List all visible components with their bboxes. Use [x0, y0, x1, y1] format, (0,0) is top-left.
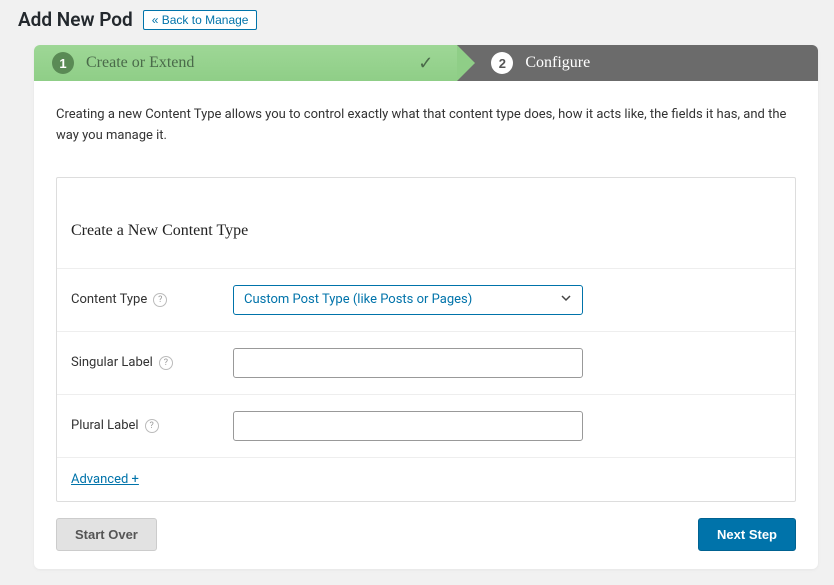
page-title: Add New Pod — [18, 8, 133, 31]
help-icon[interactable]: ? — [153, 293, 167, 307]
back-to-manage-button[interactable]: « Back to Manage — [143, 10, 258, 30]
label-plural: Plural Label ? — [71, 418, 233, 433]
form-box: Create a New Content Type Content Type ?… — [56, 177, 796, 502]
content-type-select[interactable]: Custom Post Type (like Posts or Pages) — [233, 285, 583, 315]
label-content-type: Content Type ? — [71, 292, 233, 307]
start-over-button[interactable]: Start Over — [56, 518, 157, 551]
chevron-down-icon — [560, 292, 572, 308]
advanced-toggle-link[interactable]: Advanced + — [71, 472, 139, 487]
help-icon[interactable]: ? — [159, 356, 173, 370]
row-plural-label: Plural Label ? — [57, 394, 795, 457]
check-icon: ✓ — [418, 53, 433, 74]
select-value: Custom Post Type (like Posts or Pages) — [244, 292, 472, 307]
wizard-steps: 1 Create or Extend ✓ 2 Configure — [34, 45, 818, 81]
wizard-panel: 1 Create or Extend ✓ 2 Configure Creatin… — [34, 45, 818, 569]
intro-text: Creating a new Content Type allows you t… — [56, 105, 796, 147]
next-step-button[interactable]: Next Step — [698, 518, 796, 551]
page-header: Add New Pod « Back to Manage — [16, 8, 818, 31]
step-configure[interactable]: 2 Configure — [457, 45, 818, 81]
label-singular: Singular Label ? — [71, 355, 233, 370]
singular-label-input[interactable] — [233, 348, 583, 378]
step-create-or-extend[interactable]: 1 Create or Extend ✓ — [34, 45, 457, 81]
footer-bar: Start Over Next Step — [56, 518, 796, 551]
row-advanced: Advanced + — [57, 457, 795, 501]
help-icon[interactable]: ? — [145, 419, 159, 433]
row-singular-label: Singular Label ? — [57, 331, 795, 394]
plural-label-input[interactable] — [233, 411, 583, 441]
step-label-1: Create or Extend — [86, 54, 194, 72]
form-title: Create a New Content Type — [57, 178, 795, 268]
panel-body: Creating a new Content Type allows you t… — [34, 81, 818, 569]
step-label-2: Configure — [525, 54, 590, 72]
step-number-1: 1 — [52, 52, 74, 74]
row-content-type: Content Type ? Custom Post Type (like Po… — [57, 268, 795, 331]
step-number-2: 2 — [491, 52, 513, 74]
